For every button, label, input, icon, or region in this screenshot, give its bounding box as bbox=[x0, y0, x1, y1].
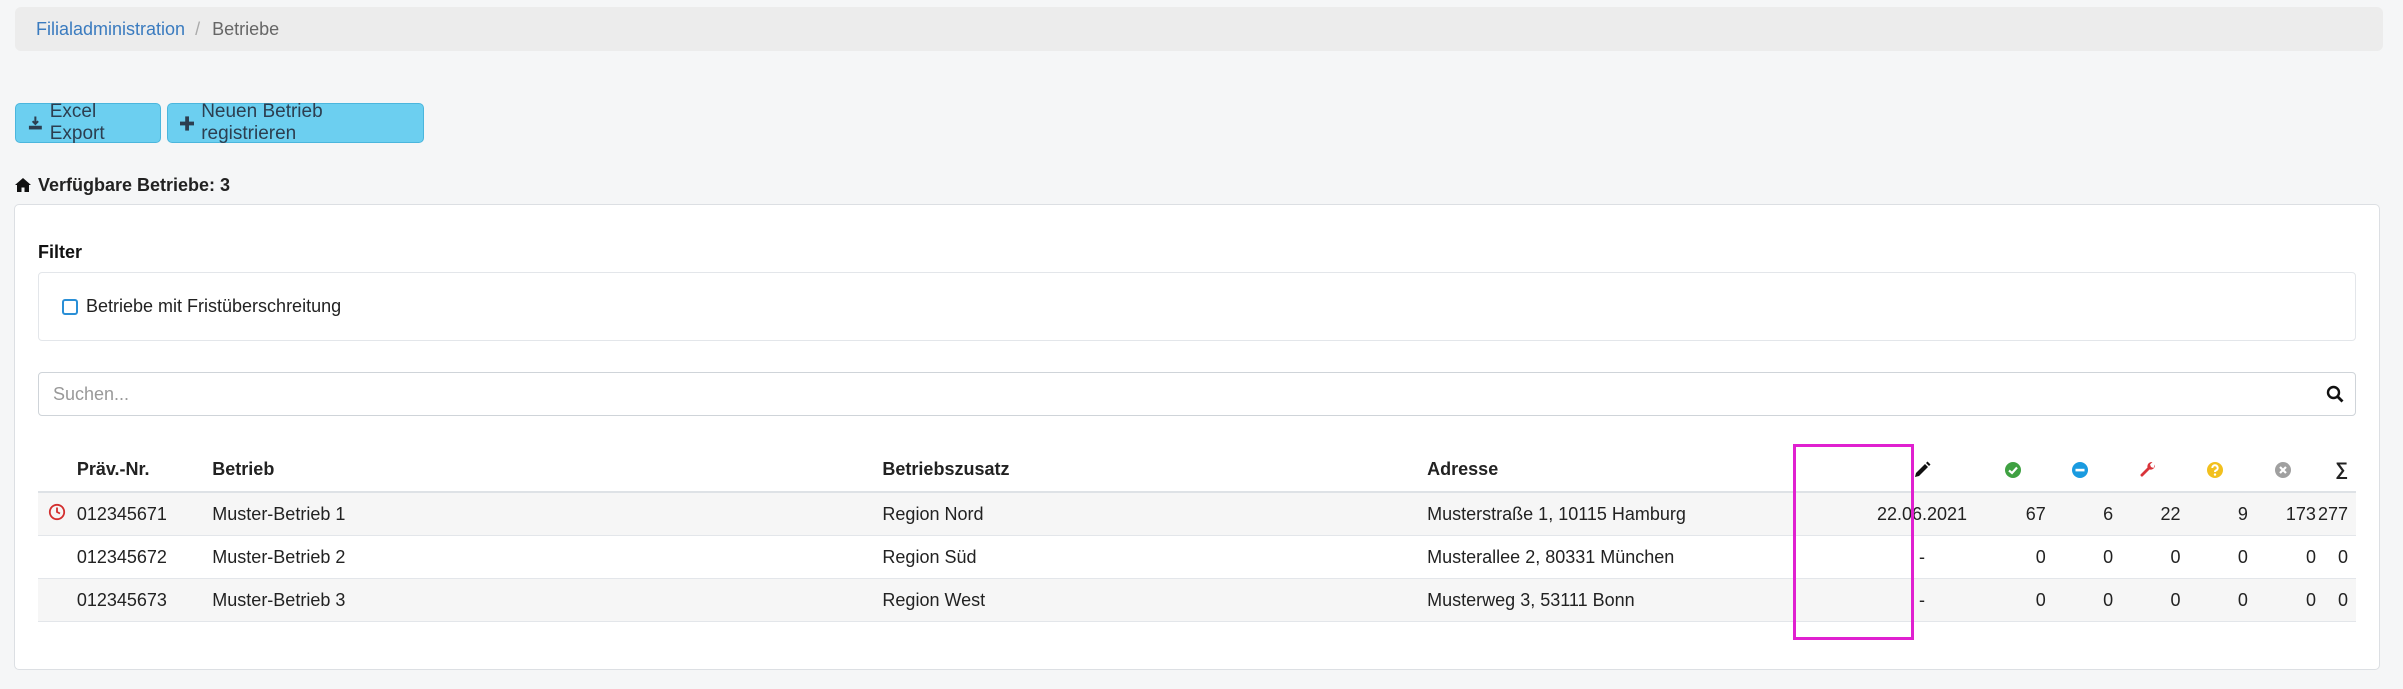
cell-zusatz: Region Nord bbox=[882, 492, 1428, 536]
cell-adresse: Musterstraße 1, 10115 Hamburg bbox=[1427, 492, 1864, 536]
export-icon bbox=[28, 116, 42, 130]
breadcrumb-current: Betriebe bbox=[212, 18, 280, 39]
cell-date: - bbox=[1863, 535, 1981, 579]
wrench-icon bbox=[2140, 461, 2155, 477]
available-count-label: Verfügbare Betriebe: 3 bbox=[38, 174, 231, 195]
cell-cross: 0 bbox=[2249, 578, 2318, 622]
register-betrieb-label: Neuen Betrieb registrieren bbox=[201, 101, 323, 144]
table-row[interactable]: 012345672 Muster-Betrieb 2 Region Süd Mu… bbox=[38, 535, 2356, 579]
header-status bbox=[38, 447, 77, 493]
cell-nr: 012345673 bbox=[76, 578, 213, 622]
question-circle-icon bbox=[2207, 461, 2224, 478]
cell-sum: 277 bbox=[2317, 492, 2356, 536]
header-question[interactable] bbox=[2182, 447, 2250, 493]
search-input[interactable] bbox=[39, 373, 2315, 415]
table-header-row: Präv.-Nr. Betrieb Betriebszusatz Adresse bbox=[38, 447, 2356, 493]
filter-title: Filter bbox=[38, 242, 83, 262]
cell-date: - bbox=[1863, 578, 1981, 622]
cell-question: 0 bbox=[2182, 535, 2250, 579]
cell-repair: 0 bbox=[2115, 578, 2183, 622]
search-icon bbox=[2326, 385, 2344, 403]
available-count: Verfügbare Betriebe: 3 bbox=[14, 173, 230, 197]
cell-minus: 0 bbox=[2047, 535, 2116, 579]
table-row[interactable]: 012345673 Muster-Betrieb 3 Region West M… bbox=[38, 578, 2356, 622]
breadcrumb-separator: / bbox=[195, 18, 201, 39]
overdue-cell bbox=[38, 492, 77, 536]
header-nr[interactable]: Präv.-Nr. bbox=[76, 447, 213, 493]
home-icon bbox=[15, 178, 31, 192]
cell-nr: 012345672 bbox=[76, 535, 213, 579]
cell-sum: 0 bbox=[2317, 578, 2356, 622]
betriebe-card: Filter Betriebe mit Fristüberschreitung … bbox=[14, 204, 2380, 670]
overdue-filter-checkbox[interactable] bbox=[62, 298, 78, 315]
cell-question: 0 bbox=[2182, 578, 2250, 622]
cell-cross: 173 bbox=[2249, 492, 2318, 536]
cell-repair: 22 bbox=[2115, 492, 2183, 536]
plus-icon bbox=[180, 115, 195, 131]
minus-circle-icon bbox=[2072, 461, 2089, 478]
header-edit[interactable] bbox=[1863, 447, 1981, 493]
overdue-cell bbox=[38, 578, 77, 622]
cell-cross: 0 bbox=[2249, 535, 2318, 579]
cell-nr: 012345671 bbox=[76, 492, 213, 536]
overdue-filter-label[interactable]: Betriebe mit Fristüberschreitung bbox=[86, 296, 341, 317]
breadcrumb-link-filialadministration[interactable]: Filialadministration bbox=[36, 19, 185, 40]
excel-export-button[interactable]: Excel Export bbox=[15, 101, 161, 144]
cell-repair: 0 bbox=[2115, 535, 2183, 579]
cell-betrieb: Muster-Betrieb 3 bbox=[212, 578, 883, 622]
filter-box: Betriebe mit Fristüberschreitung bbox=[38, 272, 2356, 341]
header-sum[interactable]: ∑ bbox=[2317, 447, 2356, 493]
cell-zusatz: Region West bbox=[882, 578, 1428, 622]
header-repair[interactable] bbox=[2115, 447, 2183, 493]
cell-betrieb: Muster-Betrieb 1 bbox=[212, 492, 883, 536]
breadcrumb: Filialadministration / Betriebe bbox=[15, 7, 2383, 51]
cell-adresse: Musterallee 2, 80331 München bbox=[1427, 535, 1864, 579]
cell-ok: 67 bbox=[1980, 492, 2048, 536]
cell-minus: 0 bbox=[2047, 578, 2116, 622]
excel-export-label: Excel Export bbox=[49, 101, 105, 144]
search-button[interactable] bbox=[2315, 374, 2355, 414]
header-ok[interactable] bbox=[1980, 447, 2048, 493]
header-adresse[interactable]: Adresse bbox=[1427, 447, 1864, 493]
pencil-icon bbox=[1914, 461, 1931, 477]
register-betrieb-button[interactable]: Neuen Betrieb registrieren bbox=[167, 101, 424, 144]
cell-minus: 6 bbox=[2047, 492, 2116, 536]
header-cross[interactable] bbox=[2249, 447, 2318, 493]
header-betrieb[interactable]: Betrieb bbox=[212, 447, 883, 493]
cell-date: 22.06.2021 bbox=[1863, 492, 1981, 536]
table-row[interactable]: 012345671 Muster-Betrieb 1 Region Nord M… bbox=[38, 492, 2356, 536]
cell-question: 9 bbox=[2182, 492, 2250, 536]
cell-zusatz: Region Süd bbox=[882, 535, 1428, 579]
cell-ok: 0 bbox=[1980, 535, 2048, 579]
cell-ok: 0 bbox=[1980, 578, 2048, 622]
clock-icon bbox=[49, 503, 66, 520]
betriebe-table: Präv.-Nr. Betrieb Betriebszusatz Adresse bbox=[38, 447, 2356, 622]
header-betriebszusatz[interactable]: Betriebszusatz bbox=[882, 447, 1428, 493]
search-bar bbox=[38, 372, 2356, 416]
header-minus[interactable] bbox=[2047, 447, 2116, 493]
x-circle-icon bbox=[2274, 461, 2291, 478]
overdue-cell bbox=[38, 535, 77, 579]
check-circle-icon bbox=[2004, 461, 2021, 478]
cell-betrieb: Muster-Betrieb 2 bbox=[212, 535, 883, 579]
cell-adresse: Musterweg 3, 53111 Bonn bbox=[1427, 578, 1864, 622]
cell-sum: 0 bbox=[2317, 535, 2356, 579]
